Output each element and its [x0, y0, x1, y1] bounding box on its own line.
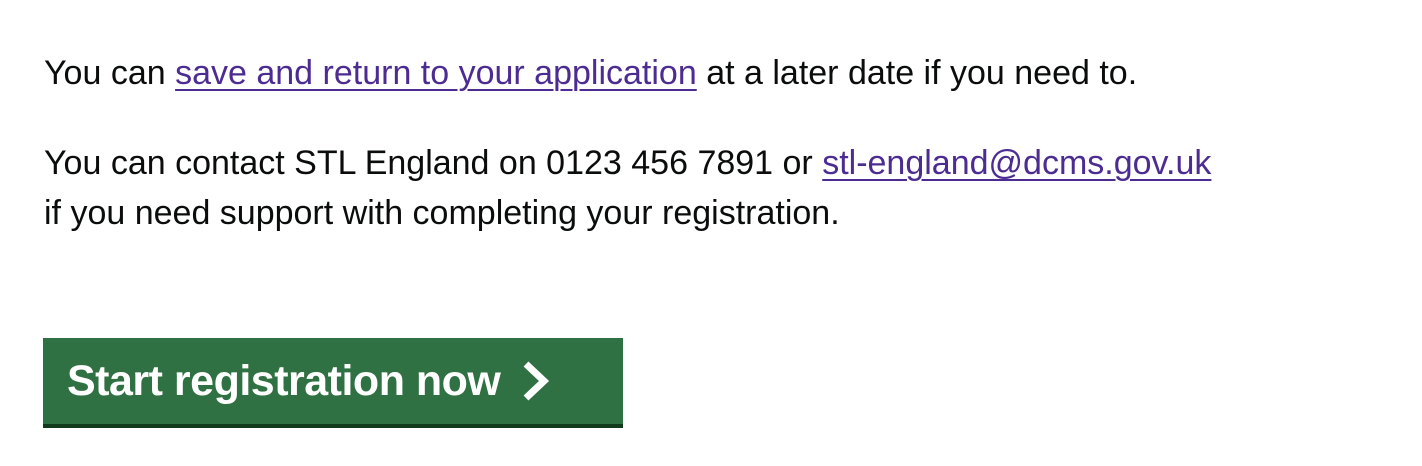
contact-email-link[interactable]: stl-england@dcms.gov.uk — [822, 144, 1211, 182]
contact-suffix: if you need support with completing your… — [44, 194, 840, 232]
save-return-prefix: You can — [44, 54, 176, 92]
start-button-label: Start registration now — [67, 356, 501, 405]
contact-paragraph: You can contact STL England on 0123 456 … — [44, 138, 1384, 238]
start-registration-button[interactable]: Start registration now — [43, 338, 623, 424]
contact-prefix: You can contact STL England on 0123 456 … — [44, 144, 823, 182]
save-return-link[interactable]: save and return to your application — [175, 54, 697, 92]
save-return-suffix: at a later date if you need to. — [696, 54, 1138, 92]
main-content: You can save and return to your applicat… — [44, 48, 1384, 238]
save-return-paragraph: You can save and return to your applicat… — [44, 48, 1384, 98]
chevron-right-icon — [523, 361, 550, 401]
